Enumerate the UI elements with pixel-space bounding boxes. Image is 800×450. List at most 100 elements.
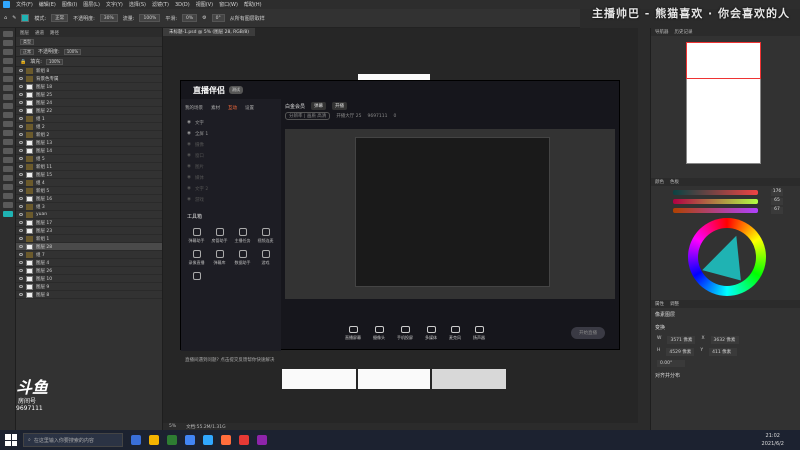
y-field[interactable]: 411 像素 <box>709 348 738 356</box>
feedback-notice[interactable]: 直播间遇到问题? 点击提交反馈帮你快速解决 <box>185 357 274 363</box>
red-value[interactable]: 176 <box>771 189 783 196</box>
resolution-pill[interactable]: 分辨率 | 画质 高清 <box>285 112 331 120</box>
eye-icon[interactable] <box>19 101 23 104</box>
toolbox-item[interactable]: 主播任务 <box>231 228 254 244</box>
source-item[interactable]: ◉ 摄像 <box>181 139 281 150</box>
eye-icon[interactable] <box>19 189 23 192</box>
width-field[interactable]: 3571 像素 <box>667 336 696 344</box>
angle-field[interactable]: 0.00° <box>657 360 685 367</box>
lasso-tool-icon[interactable] <box>3 49 13 55</box>
hand-tool-icon[interactable] <box>3 193 13 199</box>
eye-icon[interactable] <box>19 205 23 208</box>
layer-fill-field[interactable]: 100% <box>45 58 64 65</box>
layer-row[interactable]: 组 7 <box>16 251 162 259</box>
zoom-tool-icon[interactable] <box>3 202 13 208</box>
foreground-color-swatch[interactable] <box>21 14 30 22</box>
navigator-view-box[interactable] <box>686 42 761 79</box>
eye-icon[interactable] <box>19 93 23 96</box>
pen-tool-icon[interactable] <box>3 157 13 163</box>
photoshop-taskbar-icon[interactable] <box>203 435 213 445</box>
blue-value[interactable]: 67 <box>771 207 783 214</box>
microphone-button[interactable]: 麦克风 <box>449 325 461 341</box>
eye-icon[interactable] <box>19 213 23 216</box>
green-value[interactable]: 65 <box>771 198 783 205</box>
layer-row[interactable]: 图层 13 <box>16 139 162 147</box>
eye-icon[interactable] <box>19 261 23 264</box>
height-field[interactable]: 4529 像素 <box>666 348 695 356</box>
layer-row[interactable]: 背景色专属 <box>16 75 162 83</box>
blur-tool-icon[interactable] <box>3 139 13 145</box>
speaker-button[interactable]: 扬声器 <box>473 325 485 341</box>
type-tool-icon[interactable] <box>3 166 13 172</box>
eye-icon[interactable]: ◉ <box>187 186 191 191</box>
eye-icon[interactable] <box>19 157 23 160</box>
crop-tool-icon[interactable] <box>3 67 13 73</box>
eye-icon[interactable] <box>19 165 23 168</box>
layer-row[interactable]: 新组 5 <box>16 187 162 195</box>
eye-icon[interactable] <box>19 149 23 152</box>
app-taskbar-icon[interactable] <box>239 435 249 445</box>
media-button[interactable]: 多媒体 <box>425 325 437 341</box>
sample-all-layers-label[interactable]: 从所有图层取样 <box>230 15 265 22</box>
source-item[interactable]: ◉ 媒体 <box>181 172 281 183</box>
douyu-taskbar-icon[interactable] <box>221 435 231 445</box>
toolbox-item[interactable]: 弹幕库 <box>208 250 231 266</box>
flow-field[interactable]: 100% <box>139 14 161 22</box>
layer-row[interactable]: 图层 8 <box>16 291 162 299</box>
stamp-tool-icon[interactable] <box>3 103 13 109</box>
layer-row[interactable]: 新组 2 <box>16 131 162 139</box>
eye-icon[interactable] <box>19 237 23 240</box>
healing-tool-icon[interactable] <box>3 85 13 91</box>
eye-icon[interactable] <box>19 85 23 88</box>
eraser-tool-icon[interactable] <box>3 121 13 127</box>
layer-blend-select[interactable]: 正常 <box>20 48 34 55</box>
layer-row[interactable]: 组 1 <box>16 115 162 123</box>
tab-adjustments[interactable]: 调整 <box>670 301 679 307</box>
layer-row[interactable]: 图层 15 <box>16 171 162 179</box>
layer-row[interactable]: 新组 1 <box>16 235 162 243</box>
eye-icon[interactable]: ◉ <box>187 120 191 125</box>
chrome-icon[interactable] <box>185 435 195 445</box>
toolbox-item[interactable]: 数据助手 <box>231 250 254 266</box>
eye-icon[interactable] <box>19 285 23 288</box>
layer-row[interactable]: 图层 22 <box>16 107 162 115</box>
eye-icon[interactable] <box>19 277 23 280</box>
menu-window[interactable]: 窗口(W) <box>219 1 238 8</box>
eye-icon[interactable] <box>19 117 23 120</box>
layer-kind-filter[interactable]: 类型 <box>20 38 34 45</box>
eye-icon[interactable] <box>19 133 23 136</box>
move-tool-icon[interactable] <box>3 31 13 37</box>
layer-row[interactable]: 图层 28 <box>16 243 162 251</box>
start-stream-button[interactable]: 开始直播 <box>571 327 605 339</box>
layer-row[interactable]: 图层 14 <box>16 147 162 155</box>
eye-icon[interactable] <box>19 69 23 72</box>
toolbox-item[interactable]: 房管助手 <box>208 228 231 244</box>
lock-icon[interactable]: 🔒 <box>20 59 26 65</box>
menu-help[interactable]: 帮助(H) <box>244 1 262 8</box>
phone-cast-button[interactable]: 手机投屏 <box>397 325 413 341</box>
eye-icon[interactable] <box>19 269 23 272</box>
layer-row[interactable]: 图层 17 <box>16 219 162 227</box>
eye-icon[interactable]: ◉ <box>187 175 191 180</box>
opacity-field[interactable]: 30% <box>99 14 118 22</box>
green-slider[interactable] <box>673 199 758 204</box>
shape-tool-icon[interactable] <box>3 184 13 190</box>
smoothing-field[interactable]: 0% <box>182 14 198 22</box>
layer-row[interactable]: 图层 18 <box>16 83 162 91</box>
tab-navigator[interactable]: 导航器 <box>655 29 669 35</box>
tab-paths[interactable]: 路径 <box>50 30 59 36</box>
toolbox-item[interactable] <box>185 272 208 282</box>
tab-layers[interactable]: 图层 <box>20 30 29 36</box>
eye-icon[interactable] <box>19 221 23 224</box>
eye-icon[interactable] <box>19 77 23 80</box>
layer-row[interactable]: 组 5 <box>16 155 162 163</box>
menu-assets[interactable]: 素材 <box>211 105 220 111</box>
eye-icon[interactable]: ◉ <box>187 197 191 202</box>
menu-view[interactable]: 视图(V) <box>196 1 213 8</box>
file-explorer-icon[interactable] <box>149 435 159 445</box>
eye-icon[interactable] <box>19 197 23 200</box>
wechat-icon[interactable] <box>167 435 177 445</box>
layer-row[interactable]: 图层 24 <box>16 99 162 107</box>
menu-layer[interactable]: 图层(L) <box>83 1 100 8</box>
layer-row[interactable]: 新组 11 <box>16 163 162 171</box>
